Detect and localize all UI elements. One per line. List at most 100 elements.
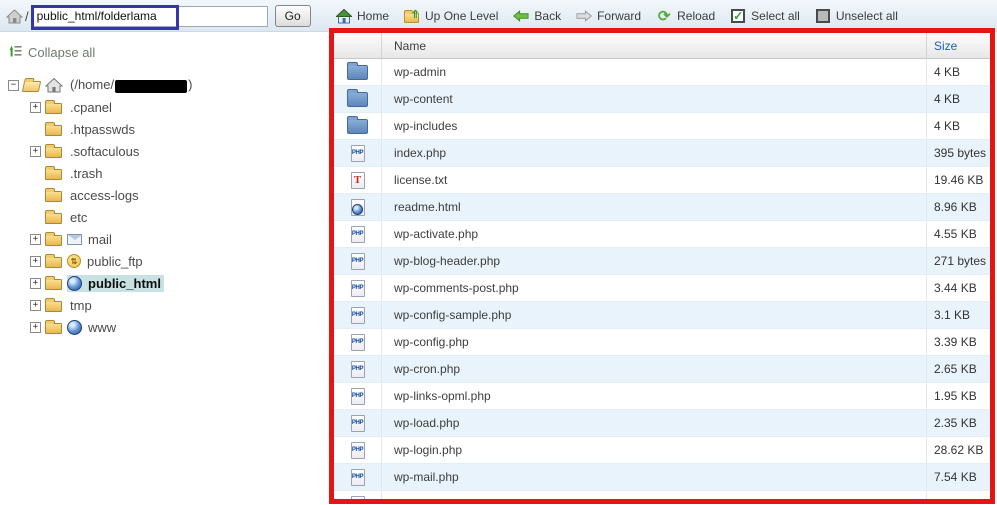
folder-blue-icon (347, 88, 368, 107)
tree-expander-icon[interactable]: + (30, 299, 41, 311)
tree-item-home-root[interactable]: − (/home/) (8, 74, 329, 96)
tree-item-www[interactable]: + www (30, 316, 329, 338)
tree-item-dot-softaculous[interactable]: + .softaculous (30, 140, 329, 162)
name-column-header[interactable]: Name (382, 33, 927, 58)
folder-icon (45, 297, 63, 312)
php-icon (350, 252, 365, 270)
toolbar-button-back[interactable]: Back (513, 8, 561, 24)
home-path-icon[interactable] (6, 8, 23, 24)
tree-expander-icon[interactable]: + (30, 321, 41, 333)
file-name: wp-blog-header.php (394, 254, 501, 268)
file-name: wp-cron.php (394, 362, 461, 376)
tree-item-label: .softaculous (70, 143, 140, 159)
file-name: wp-comments-post.php (394, 281, 519, 295)
toolbar-button-label: Home (357, 9, 390, 23)
file-row-wp-links-opml.php[interactable]: wp-links-opml.php 1.95 KB (334, 383, 990, 410)
tree-expander-icon[interactable]: + (30, 255, 41, 267)
php-icon (350, 333, 365, 351)
tree-item-dot-cpanel[interactable]: + .cpanel (30, 96, 329, 118)
php-icon (350, 441, 365, 459)
toolbar-button-home[interactable]: Home (336, 8, 389, 24)
toolbar-button-unselect-all[interactable]: Unselect all (815, 8, 898, 24)
file-row-wp-load.php[interactable]: wp-load.php 2.35 KB (334, 410, 990, 437)
unselect-all-checkbox-icon (815, 8, 831, 24)
folder-icon (45, 99, 63, 114)
tree-item-mail[interactable]: + mail (30, 228, 329, 250)
file-size: 3.44 KB (934, 281, 977, 295)
folder-blue-icon (347, 115, 368, 134)
toolbar-button-label: Back (534, 9, 562, 23)
file-row-wp-login.php[interactable]: wp-login.php 28.62 KB (334, 437, 990, 464)
tree-item-tmp[interactable]: + tmp (30, 294, 329, 316)
folder-icon (45, 253, 63, 268)
toolbar-button-up-one-level[interactable]: ⇑ Up One Level (404, 8, 498, 24)
file-row-wp-admin[interactable]: wp-admin 4 KB (334, 59, 990, 86)
toolbar-button-select-all[interactable]: ✓ Select all (730, 8, 800, 24)
tree-expander-icon[interactable]: − (8, 79, 19, 91)
file-name: readme.html (394, 200, 461, 214)
file-row-wp-includes[interactable]: wp-includes 4 KB (334, 113, 990, 140)
file-row-wp-mail.php[interactable]: wp-mail.php 7.54 KB (334, 464, 990, 491)
file-row-wp-comments-post.php[interactable]: wp-comments-post.php 3.44 KB (334, 275, 990, 302)
file-row-readme.html[interactable]: readme.html 8.96 KB (334, 194, 990, 221)
file-row-index.php[interactable]: index.php 395 bytes (334, 140, 990, 167)
file-row-wp-config.php[interactable]: wp-config.php 3.39 KB (334, 329, 990, 356)
php-icon (350, 360, 365, 378)
toolbar-button-forward[interactable]: Forward (576, 8, 641, 24)
size-column-header[interactable]: Size (927, 33, 990, 58)
path-input[interactable] (31, 5, 268, 27)
tree-item-access-logs[interactable]: access-logs (30, 184, 329, 206)
tree-item-label: mail (88, 231, 112, 247)
file-row-wp-content[interactable]: wp-content 4 KB (334, 86, 990, 113)
file-name: wp-login.php (394, 443, 463, 457)
file-row-wp-config-sample.php[interactable]: wp-config-sample.php 3.1 KB (334, 302, 990, 329)
tree-item-public_ftp[interactable]: + ⇅ public_ftp (30, 250, 329, 272)
file-size: 395 bytes (934, 146, 987, 160)
php-icon (350, 279, 365, 297)
file-size: 8.96 KB (934, 200, 977, 214)
tree-expander-icon (30, 168, 41, 179)
folder-icon (21, 79, 42, 92)
php-icon (350, 495, 365, 499)
file-name: index.php (394, 146, 447, 160)
file-size: 1.95 KB (934, 389, 977, 403)
file-name: wp-includes (394, 119, 458, 133)
php-icon (350, 306, 365, 324)
up-one-level-icon: ⇑ (404, 8, 420, 24)
file-size: 2.65 KB (934, 362, 977, 376)
file-size: 19.46 KB (934, 173, 984, 187)
folder-icon (45, 121, 63, 136)
file-row-wp-settings.php[interactable]: wp-settings.php 9.67 KB (334, 491, 990, 499)
back-arrow-icon (513, 8, 529, 24)
tree-item-dot-trash[interactable]: .trash (30, 162, 329, 184)
toolbar-button-label: Up One Level (425, 9, 499, 23)
tree-item-public_html[interactable]: + public_html (30, 272, 329, 294)
collapse-all-button[interactable]: Collapse all (8, 44, 329, 61)
tree-expander-icon[interactable]: + (30, 233, 41, 245)
tree-expander-icon[interactable]: + (30, 101, 41, 113)
file-row-license.txt[interactable]: license.txt 19.46 KB (334, 167, 990, 194)
mail-icon (67, 233, 82, 245)
file-size: 7.54 KB (934, 470, 977, 484)
tree-item-label: tmp (70, 297, 92, 313)
file-row-wp-blog-header.php[interactable]: wp-blog-header.php 271 bytes (334, 248, 990, 275)
folder-icon (45, 275, 63, 290)
tree-expander-icon[interactable]: + (30, 277, 41, 289)
file-name: wp-links-opml.php (394, 389, 491, 403)
tree-expander-icon[interactable]: + (30, 145, 41, 157)
file-row-wp-cron.php[interactable]: wp-cron.php 2.65 KB (334, 356, 990, 383)
go-button[interactable]: Go (274, 5, 311, 27)
tree-item-etc[interactable]: etc (30, 206, 329, 228)
tree-item-label: .trash (70, 165, 103, 181)
folder-blue-icon (347, 61, 368, 80)
file-table-header: Name Size (334, 33, 990, 59)
select-all-checkbox-icon: ✓ (731, 9, 746, 23)
file-table-panel: Name Size wp-admin 4 KB wp-content 4 KB … (329, 28, 995, 504)
txt-icon (350, 171, 365, 189)
toolbar-button-label: Reload (677, 9, 716, 23)
toolbar-button-reload[interactable]: ⟳ Reload (656, 8, 715, 24)
file-row-wp-activate.php[interactable]: wp-activate.php 4.55 KB (334, 221, 990, 248)
folder-icon (45, 143, 63, 158)
file-table-body: wp-admin 4 KB wp-content 4 KB wp-include… (334, 59, 990, 499)
tree-item-dot-htpasswds[interactable]: .htpasswds (30, 118, 329, 140)
